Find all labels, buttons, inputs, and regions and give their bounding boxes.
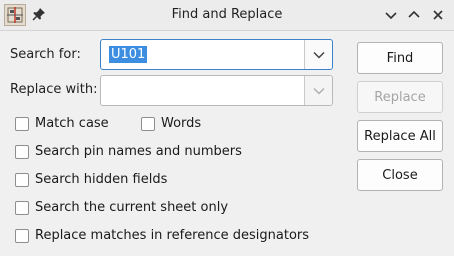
current-sheet-label: Search the current sheet only	[35, 200, 229, 215]
search-input[interactable]: U101	[101, 40, 305, 69]
checkbox-box[interactable]	[15, 144, 29, 159]
search-dropdown-button[interactable]	[304, 40, 332, 69]
checkbox-box[interactable]	[15, 172, 29, 187]
chevron-down-icon	[312, 87, 325, 95]
chevron-up-icon[interactable]	[406, 7, 422, 23]
close-icon[interactable]	[430, 7, 446, 23]
checkbox-box[interactable]	[15, 228, 29, 243]
replace-refdes-label: Replace matches in reference designators	[35, 228, 310, 243]
search-input-value: U101	[109, 46, 148, 63]
checkbox-box[interactable]	[15, 200, 29, 215]
chevron-down-icon[interactable]	[383, 7, 399, 23]
replace-input[interactable]	[101, 76, 305, 105]
match-case-checkbox[interactable]: Match case	[15, 116, 109, 131]
words-label: Words	[161, 116, 202, 131]
search-combobox[interactable]: U101	[100, 39, 333, 70]
search-hidden-checkbox[interactable]: Search hidden fields	[15, 172, 167, 187]
replace-refdes-checkbox[interactable]: Replace matches in reference designators	[15, 228, 309, 243]
checkbox-box[interactable]	[141, 116, 155, 131]
chevron-down-icon	[312, 51, 325, 59]
close-button[interactable]: Close	[357, 159, 443, 191]
search-pins-label: Search pin names and numbers	[35, 144, 242, 159]
replace-all-button[interactable]: Replace All	[357, 120, 443, 152]
find-button[interactable]: Find	[357, 42, 443, 74]
replace-combobox[interactable]	[100, 75, 333, 106]
replace-dropdown-button[interactable]	[304, 76, 332, 105]
words-checkbox[interactable]: Words	[141, 116, 201, 131]
title-bar: Find and Replace	[0, 0, 454, 31]
search-hidden-label: Search hidden fields	[35, 172, 168, 187]
replace-label: Replace with:	[10, 82, 98, 97]
checkbox-box[interactable]	[15, 116, 29, 131]
replace-button[interactable]: Replace	[357, 81, 443, 113]
search-pins-checkbox[interactable]: Search pin names and numbers	[15, 144, 242, 159]
search-label: Search for:	[10, 47, 81, 62]
match-case-label: Match case	[35, 116, 109, 131]
current-sheet-checkbox[interactable]: Search the current sheet only	[15, 200, 228, 215]
